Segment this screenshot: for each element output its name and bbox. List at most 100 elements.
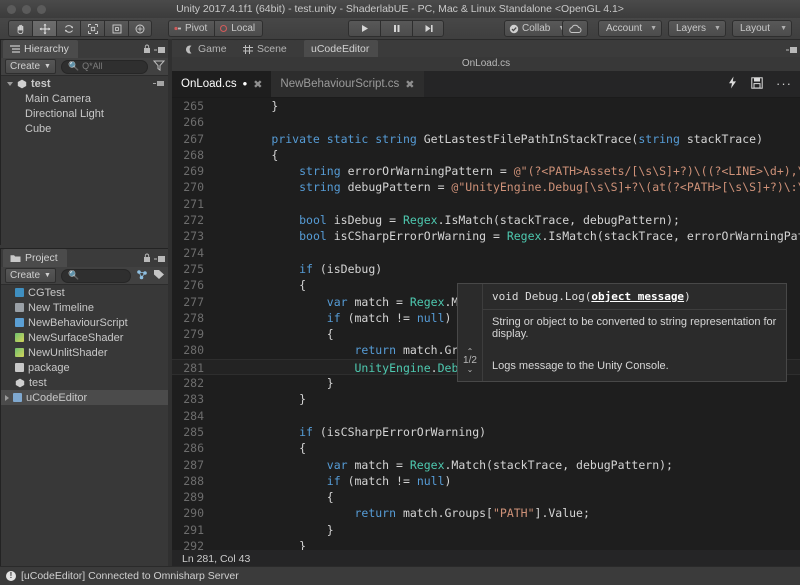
code-editor-area[interactable]: 265 } 266 267 private static string GetLas…: [172, 98, 800, 550]
code-text[interactable]: string debugPattern = @"UnityEngine.Debu…: [216, 179, 800, 195]
editor-tab-newbehaviourscript[interactable]: NewBehaviourScript.cs ✖: [271, 71, 424, 97]
code-text[interactable]: bool isDebug = Regex.IsMatch(stackTrace,…: [216, 212, 800, 228]
code-text[interactable]: bool isCSharpErrorOrWarning = Regex.IsMa…: [216, 228, 800, 244]
chevron-down-icon[interactable]: [7, 81, 13, 86]
collab-button[interactable]: Collab ▼: [504, 20, 571, 37]
code-line[interactable]: 270 string debugPattern = @"UnityEngine.…: [172, 179, 800, 195]
hierarchy-search-input[interactable]: 🔍 Q*All: [60, 59, 148, 74]
code-text[interactable]: [216, 196, 800, 212]
code-text[interactable]: }: [216, 538, 800, 550]
code-line[interactable]: 273 bool isCSharpErrorOrWarning = Regex.…: [172, 228, 800, 244]
panel-menu-icon[interactable]: [154, 45, 165, 57]
project-item-ucodeeditor[interactable]: uCodeEditor: [1, 390, 169, 405]
hierarchy-create-button[interactable]: Create ▼: [5, 59, 56, 74]
code-text[interactable]: {: [216, 147, 800, 163]
close-tab-icon[interactable]: ✖: [253, 78, 262, 91]
code-line[interactable]: 285 if (isCSharpErrorOrWarning): [172, 424, 800, 440]
hierarchy-item-scene[interactable]: test: [1, 76, 169, 91]
project-search-input[interactable]: 🔍: [60, 268, 131, 283]
code-line[interactable]: 265 }: [172, 98, 800, 114]
panel-menu-icon[interactable]: [154, 254, 165, 266]
project-filter-by-label-icon[interactable]: [153, 269, 165, 283]
code-line[interactable]: 288 if (match != null): [172, 473, 800, 489]
code-text[interactable]: }: [216, 98, 800, 114]
overload-navigator[interactable]: ⌃ 1/2 ⌄: [458, 284, 482, 381]
code-line[interactable]: 286 {: [172, 440, 800, 456]
code-line[interactable]: 292 }: [172, 538, 800, 550]
code-text[interactable]: }: [216, 391, 800, 407]
code-line[interactable]: 287 var match = Regex.Match(stackTrace, …: [172, 457, 800, 473]
panel-menu-icon[interactable]: [786, 45, 797, 57]
hierarchy-filter-icon[interactable]: [152, 60, 166, 74]
code-text[interactable]: {: [216, 440, 800, 456]
code-line[interactable]: 289 {: [172, 489, 800, 505]
local-toggle-button[interactable]: Local: [214, 20, 264, 37]
code-line[interactable]: 266: [172, 114, 800, 130]
code-text[interactable]: return match.Groups["PATH"].Value;: [216, 505, 800, 521]
hierarchy-item-cube[interactable]: Cube: [1, 121, 169, 136]
hierarchy-item-main-camera[interactable]: Main Camera: [1, 91, 169, 106]
layers-dropdown[interactable]: Layers ▼: [668, 20, 726, 37]
code-line[interactable]: 269 string errorOrWarningPattern = @"(?<…: [172, 163, 800, 179]
project-item-new-timeline[interactable]: New Timeline: [1, 300, 169, 315]
code-text[interactable]: if (isDebug): [216, 261, 800, 277]
project-item-cgtest[interactable]: CGTest: [1, 285, 169, 300]
layout-dropdown[interactable]: Layout ▼: [732, 20, 792, 37]
project-tree[interactable]: CGTest New Timeline NewBehaviourScript N…: [1, 285, 169, 567]
move-tool-button[interactable]: [32, 20, 56, 37]
code-line[interactable]: 290 return match.Groups["PATH"].Value;: [172, 505, 800, 521]
code-text[interactable]: [216, 245, 800, 261]
play-button[interactable]: [348, 20, 380, 37]
hand-tool-button[interactable]: [8, 20, 32, 37]
code-line[interactable]: 274: [172, 245, 800, 261]
unity-status-bar[interactable]: ! [uCodeEditor] Connected to Omnisharp S…: [0, 566, 800, 585]
more-options-icon[interactable]: ···: [776, 77, 792, 90]
editor-tab-onload[interactable]: OnLoad.cs • ✖: [172, 71, 272, 97]
lock-icon[interactable]: [143, 44, 151, 57]
code-text[interactable]: string errorOrWarningPattern = @"(?<PATH…: [216, 163, 800, 179]
code-line[interactable]: 275 if (isDebug): [172, 261, 800, 277]
account-button[interactable]: Account ▼: [598, 20, 663, 37]
scale-tool-button[interactable]: [80, 20, 104, 37]
chevron-down-icon[interactable]: ⌄: [467, 366, 474, 374]
run-icon[interactable]: [727, 76, 738, 92]
code-line[interactable]: 267 private static string GetLastestFile…: [172, 131, 800, 147]
hierarchy-tree[interactable]: test Main Camera Directional Light Cube: [1, 76, 169, 246]
cloud-services-button[interactable]: [562, 20, 588, 37]
tab-project[interactable]: Project: [3, 249, 67, 267]
project-item-newsurfaceshader[interactable]: NewSurfaceShader: [1, 330, 169, 345]
project-item-newbehaviourscript[interactable]: NewBehaviourScript: [1, 315, 169, 330]
code-text[interactable]: [216, 408, 800, 424]
code-line[interactable]: 284: [172, 408, 800, 424]
project-item-package[interactable]: package: [1, 360, 169, 375]
code-line[interactable]: 291 }: [172, 522, 800, 538]
hierarchy-item-directional-light[interactable]: Directional Light: [1, 106, 169, 121]
lock-icon[interactable]: [143, 253, 151, 266]
rect-tool-button[interactable]: [104, 20, 128, 37]
tab-scene[interactable]: Scene: [236, 40, 296, 58]
rotate-tool-button[interactable]: [56, 20, 80, 37]
save-icon[interactable]: [751, 76, 763, 92]
code-line[interactable]: 283 }: [172, 391, 800, 407]
code-text[interactable]: if (isCSharpErrorOrWarning): [216, 424, 800, 440]
project-filter-by-type-icon[interactable]: [136, 269, 148, 283]
scene-options-icon[interactable]: [153, 78, 164, 90]
tab-ucodeeditor[interactable]: uCodeEditor: [304, 40, 379, 58]
pause-button[interactable]: [380, 20, 412, 37]
close-tab-icon[interactable]: ✖: [405, 78, 414, 91]
code-text[interactable]: if (match != null): [216, 473, 800, 489]
project-create-button[interactable]: Create ▼: [5, 268, 56, 283]
tab-game[interactable]: Game: [178, 40, 236, 58]
code-text[interactable]: [216, 114, 800, 130]
code-text[interactable]: var match = Regex.Match(stackTrace, debu…: [216, 457, 800, 473]
code-line[interactable]: 272 bool isDebug = Regex.IsMatch(stackTr…: [172, 212, 800, 228]
code-text[interactable]: {: [216, 489, 800, 505]
transform-tool-button[interactable]: [128, 20, 152, 37]
code-text[interactable]: private static string GetLastestFilePath…: [216, 131, 800, 147]
project-item-test[interactable]: test: [1, 375, 169, 390]
project-item-newunlitshader[interactable]: NewUnlitShader: [1, 345, 169, 360]
chevron-right-icon[interactable]: [5, 394, 9, 401]
step-button[interactable]: [412, 20, 444, 37]
chevron-up-icon[interactable]: ⌃: [467, 348, 474, 356]
code-text[interactable]: }: [216, 522, 800, 538]
